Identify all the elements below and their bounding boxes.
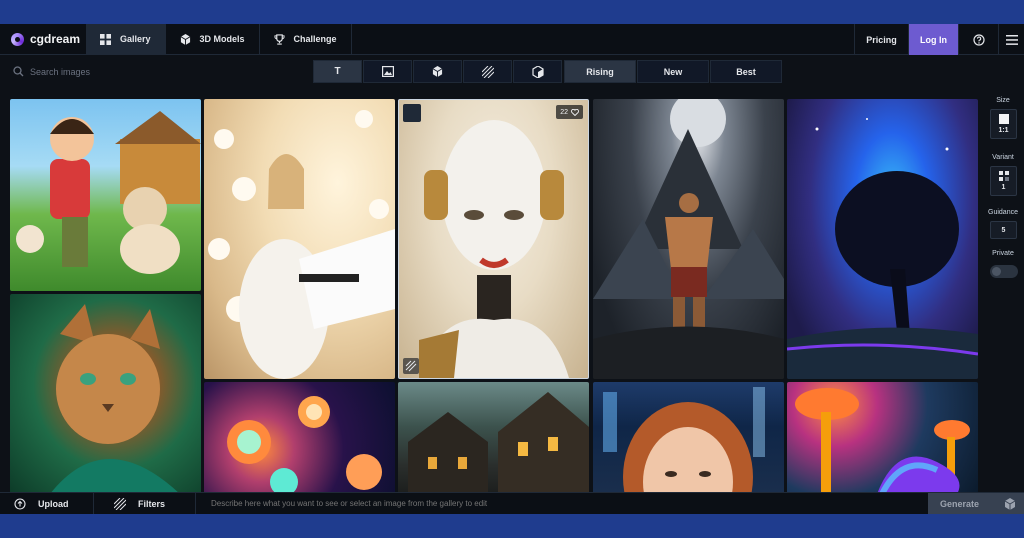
outer-frame-bottom [0,514,1024,538]
gallery-image-boy-and-bulldog[interactable] [10,99,201,291]
gallery-image-fractal-flowers[interactable] [204,382,395,494]
search-placeholder: Search images [30,66,91,77]
mode-3d[interactable] [413,60,462,83]
mode-selector: T [313,60,563,83]
mode-pattern[interactable] [463,60,512,83]
menu-button[interactable] [998,24,1024,55]
tab-3d-models[interactable]: 3D Models [166,24,260,55]
prompt-bar: Upload Filters Generate [0,492,1024,514]
size-selector[interactable]: 1:1 [990,109,1017,139]
logo-icon [11,32,24,46]
private-toggle[interactable] [990,265,1018,278]
app-window: cgdream Gallery 3D Models Challenge Pric… [0,24,1024,514]
sort-best[interactable]: Best [710,60,782,83]
gallery-image-warrior-mountain[interactable] [593,99,784,379]
fractal-illustration [227,396,382,494]
settings-rail: Size 1:1 Variant 1 Guidance 5 Private [982,88,1024,498]
tree-illustration [787,118,978,379]
select-checkbox[interactable] [403,104,421,122]
variant-value: 1 [1001,184,1006,191]
size-value: 1:1 [998,127,1009,134]
help-button[interactable] [958,24,998,55]
cube-3d-icon [1004,497,1016,510]
cube-icon [180,33,190,45]
filter-bar: Search images T Rising New Best [0,56,1024,88]
size-label: Size [996,97,1010,104]
house-illustration [408,392,589,494]
like-count: 22 [560,108,568,116]
like-button[interactable]: 22 [556,105,583,119]
grid-icon [100,33,111,45]
tab-challenge[interactable]: Challenge [260,24,352,55]
robot-illustration [419,120,569,378]
woman-illustration [603,387,765,494]
variant-label: Variant [992,154,1014,161]
gallery-image-neon-mushrooms[interactable] [787,382,978,494]
filters-button[interactable]: Filters [94,492,196,514]
heart-icon [571,108,579,116]
tab-challenge-label: Challenge [293,34,337,44]
upload-icon [14,497,26,510]
sort-rising[interactable]: Rising [564,60,636,83]
gallery-image-woman-piano[interactable] [204,99,395,379]
pattern-icon[interactable] [403,358,419,374]
private-label: Private [992,250,1014,257]
boy-dog-illustration [16,111,201,274]
sort-new[interactable]: New [637,60,709,83]
pattern-icon [114,497,126,510]
upload-label: Upload [38,498,69,509]
trophy-icon [274,33,285,45]
grid-icon [998,171,1009,181]
prompt-input[interactable] [196,499,928,508]
upload-button[interactable]: Upload [0,492,94,514]
tab-gallery-label: Gallery [120,34,151,44]
logo-text: cgdream [30,32,81,46]
pattern-icon [481,65,494,78]
generate-label: Generate [940,498,980,509]
warrior-illustration [593,99,784,379]
search-icon [13,66,24,77]
guidance-input[interactable]: 5 [990,221,1017,239]
image-icon [381,66,394,77]
guidance-label: Guidance [988,209,1018,216]
sort-selector: Rising New Best [564,60,783,83]
logo[interactable]: cgdream [0,24,86,55]
variant-selector[interactable]: 1 [990,166,1017,196]
gallery-image-ornate-cat[interactable] [10,294,201,494]
help-circle-icon [972,33,985,46]
cube-3d-icon [531,65,544,78]
outer-frame-top [0,0,1024,24]
pricing-link[interactable]: Pricing [854,24,908,55]
gallery-image-cosmic-tree[interactable] [787,99,978,379]
piano-illustration [208,110,395,379]
gallery-image-redhead-woman[interactable] [593,382,784,494]
cat-illustration [50,304,180,494]
filters-label: Filters [138,498,166,509]
login-button[interactable]: Log In [908,24,958,55]
top-navbar: cgdream Gallery 3D Models Challenge Pric… [0,24,1024,55]
mushroom-illustration [795,388,970,494]
cube-icon [432,66,443,77]
mode-image[interactable] [363,60,412,83]
mode-text[interactable]: T [313,60,362,83]
gallery-image-robot-portrait[interactable]: 22 [398,99,589,379]
square-icon [998,114,1009,124]
tab-3d-models-label: 3D Models [199,34,245,44]
text-icon: T [334,66,341,77]
tab-gallery[interactable]: Gallery [86,24,166,55]
gallery-image-haunted-houses[interactable] [398,382,589,494]
generate-button[interactable]: Generate [928,492,1024,514]
mode-3d-render[interactable] [513,60,562,83]
hamburger-menu-icon [1005,34,1018,45]
search-input[interactable]: Search images [13,66,90,77]
